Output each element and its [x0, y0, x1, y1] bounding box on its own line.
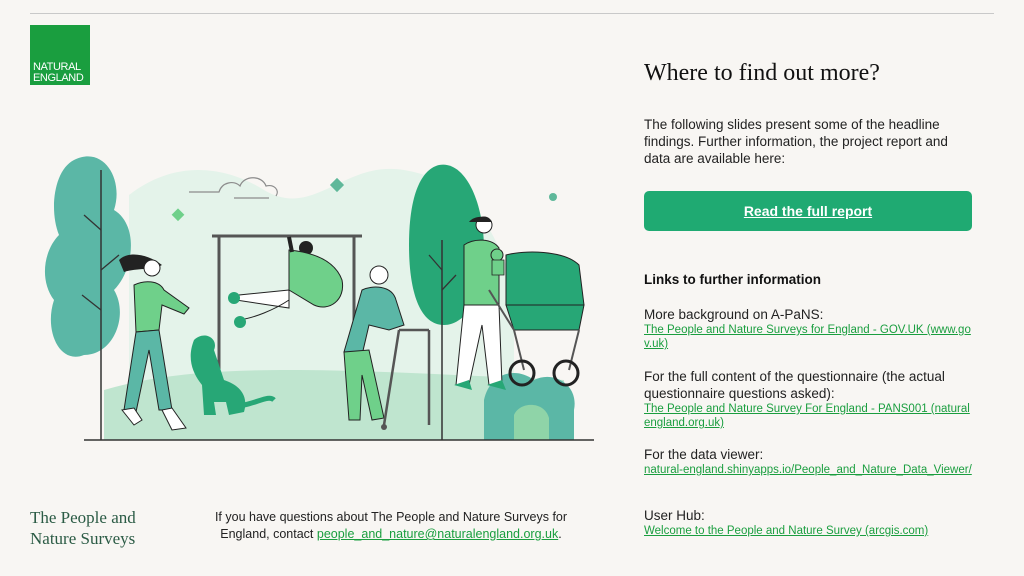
link-label: For the full content of the questionnair… — [644, 369, 945, 401]
intro-text: The following slides present some of the… — [644, 117, 948, 166]
link-block-background: More background on A-PaNS: The People an… — [644, 306, 974, 351]
user-hub-link[interactable]: Welcome to the People and Nature Survey … — [644, 524, 974, 538]
read-full-report-label: Read the full report — [743, 203, 873, 219]
questionnaire-link[interactable]: The People and Nature Survey For England… — [644, 402, 974, 430]
contact-text: If you have questions about The People a… — [196, 509, 586, 543]
link-block-data-viewer: For the data viewer: natural-england.shi… — [644, 446, 974, 477]
contact-suffix: . — [558, 527, 562, 541]
gov-uk-link[interactable]: The People and Nature Surveys for Englan… — [644, 323, 974, 351]
data-viewer-link[interactable]: natural-england.shinyapps.io/People_and_… — [644, 463, 974, 477]
brand-line-1: The People and — [30, 508, 136, 527]
brand-line-2: Nature Surveys — [30, 529, 136, 548]
contact-email-link[interactable]: people_and_nature@naturalengland.org.uk — [317, 527, 558, 541]
people-and-nature-surveys-wordmark: The People and Nature Surveys — [30, 507, 136, 549]
link-label: For the data viewer: — [644, 447, 764, 462]
link-block-questionnaire: For the full content of the questionnair… — [644, 368, 974, 430]
links-heading: Links to further information — [644, 272, 821, 287]
read-full-report-button[interactable]: Read the full report — [644, 191, 972, 231]
link-label: More background on A-PaNS: — [644, 307, 824, 322]
page-title: Where to find out more? — [644, 60, 880, 86]
top-divider — [30, 13, 994, 14]
link-label: User Hub: — [644, 508, 705, 523]
natural-england-logo: NATURAL ENGLAND — [30, 25, 90, 85]
link-block-user-hub: User Hub: Welcome to the People and Natu… — [644, 507, 974, 538]
logo-line-2: ENGLAND — [33, 72, 84, 84]
people-in-park-illustration — [44, 156, 594, 441]
